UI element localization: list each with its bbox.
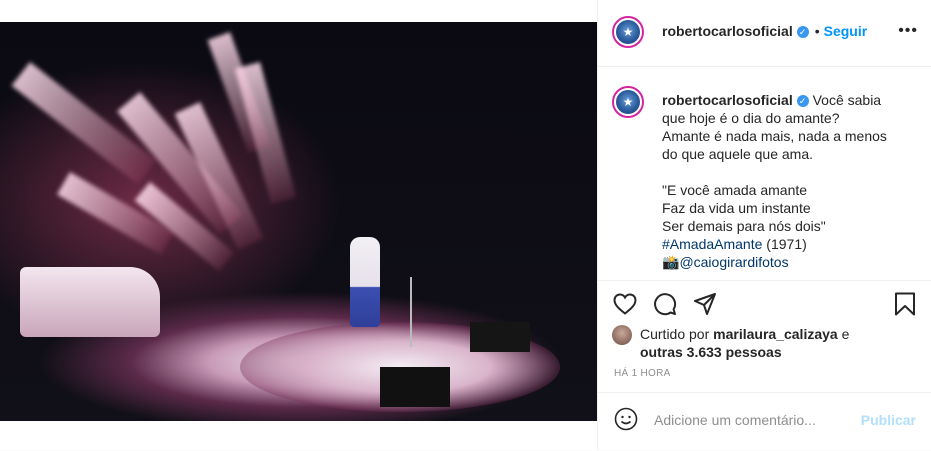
comment-input[interactable]: Adicione um comentário... bbox=[654, 412, 816, 428]
likes-prefix: Curtido por bbox=[640, 326, 714, 342]
post-sidebar: ★ robertocarlosoficial ✓ • Seguir ••• ★ rob… bbox=[597, 0, 931, 450]
bottom-margin bbox=[0, 421, 597, 450]
verified-badge-icon: ✓ bbox=[796, 95, 809, 108]
likes-conj: e bbox=[837, 326, 850, 342]
header-name-row: robertocarlosoficial ✓ • Seguir bbox=[662, 23, 867, 39]
caption-text-line: Você sabia bbox=[812, 92, 882, 108]
publish-button[interactable]: Publicar bbox=[861, 412, 916, 428]
caption-text-line: Ser demais para nós dois" bbox=[662, 218, 826, 234]
post-actions-bar bbox=[598, 280, 931, 329]
caption-text-line: Faz da vida um instante bbox=[662, 200, 811, 216]
caption-hashtag-line: #AmadaAmante (1971) bbox=[662, 235, 912, 253]
post-photo[interactable] bbox=[0, 22, 597, 421]
heart-icon[interactable] bbox=[612, 291, 638, 317]
separator-dot: • bbox=[814, 23, 820, 39]
verified-badge-icon: ✓ bbox=[796, 26, 809, 39]
caption-line: robertocarlosoficial ✓ Você sabia bbox=[662, 91, 912, 109]
caption-avatar[interactable]: ★ bbox=[612, 86, 644, 118]
likes-others-link[interactable]: outras 3.633 pessoas bbox=[640, 344, 782, 360]
caption-text-line: "E você amada amante bbox=[662, 182, 808, 198]
comment-bar: Adicione um comentário... Publicar bbox=[598, 392, 931, 451]
singer-figure bbox=[350, 237, 380, 327]
caption-text-line: Amante é nada mais, nada a menos bbox=[662, 128, 887, 144]
mention-link[interactable]: @caiogirardifotos bbox=[679, 254, 788, 270]
caption-mention-line: 📸@caiogirardifotos bbox=[662, 253, 912, 271]
liker-username[interactable]: marilaura_calizaya bbox=[713, 326, 838, 342]
post-timestamp[interactable]: HÁ 1 HORA bbox=[614, 368, 671, 379]
likes-text: Curtido por marilaura_calizaya e outras … bbox=[640, 325, 920, 361]
post-caption: ★ robertocarlosoficial ✓ Você sabia que h… bbox=[598, 67, 931, 280]
star-logo-icon: ★ bbox=[622, 24, 634, 39]
caption-text: robertocarlosoficial ✓ Você sabia que hoj… bbox=[662, 91, 912, 271]
emoji-icon[interactable] bbox=[614, 407, 638, 431]
bookmark-icon[interactable] bbox=[892, 291, 918, 317]
profile-username[interactable]: robertocarlosoficial bbox=[662, 23, 793, 39]
caption-year: (1971) bbox=[762, 236, 807, 252]
top-margin bbox=[0, 0, 597, 22]
caption-text-line: que hoje é o dia do amante? bbox=[662, 110, 840, 126]
stage-monitor bbox=[470, 322, 530, 352]
comment-icon[interactable] bbox=[652, 291, 678, 317]
follow-button[interactable]: Seguir bbox=[824, 23, 868, 39]
caption-username[interactable]: robertocarlosoficial bbox=[662, 92, 793, 108]
camera-emoji-icon: 📸 bbox=[662, 254, 680, 270]
star-logo-icon: ★ bbox=[622, 94, 634, 109]
microphone-stand bbox=[410, 277, 412, 347]
caption-text-line: do que aquele que ama. bbox=[662, 146, 814, 162]
stage-monitor bbox=[380, 367, 450, 407]
post-header: ★ robertocarlosoficial ✓ • Seguir ••• bbox=[598, 0, 931, 67]
profile-avatar[interactable]: ★ bbox=[612, 16, 644, 48]
instagram-post-window: ★ robertocarlosoficial ✓ • Seguir ••• ★ rob… bbox=[0, 0, 931, 450]
liker-avatar[interactable] bbox=[612, 325, 632, 345]
hashtag-link[interactable]: #AmadaAmante bbox=[662, 236, 762, 252]
share-icon[interactable] bbox=[692, 291, 718, 317]
grand-piano bbox=[20, 267, 160, 337]
more-options-icon[interactable]: ••• bbox=[898, 22, 918, 40]
